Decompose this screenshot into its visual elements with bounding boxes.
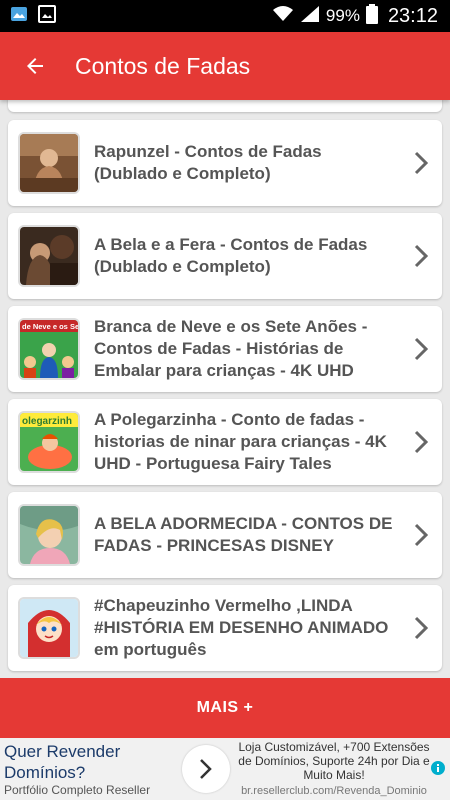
chevron-right-icon xyxy=(200,759,212,779)
video-thumbnail xyxy=(18,132,80,194)
video-thumbnail xyxy=(18,504,80,566)
video-item-chapeuzinho[interactable]: #Chapeuzinho Vermelho ,LINDA #HISTÓRIA E… xyxy=(8,585,442,671)
thumbnail-caption: de Neve e os Sete xyxy=(22,322,78,331)
video-title: A Polegarzinha - Conto de fadas - histor… xyxy=(94,410,387,473)
back-button[interactable] xyxy=(0,32,70,100)
video-title: #Chapeuzinho Vermelho ,LINDA #HISTÓRIA E… xyxy=(94,596,389,659)
arrow-left-icon xyxy=(27,58,43,74)
list-item-partial[interactable] xyxy=(8,100,442,112)
chevron-right-icon xyxy=(406,430,436,454)
chevron-right-icon xyxy=(406,616,436,640)
ad-banner[interactable]: Quer Revender Domínios? Portfólio Comple… xyxy=(0,738,450,800)
chevron-right-icon xyxy=(406,523,436,547)
video-title: Branca de Neve e os Sete Anões - Contos … xyxy=(94,317,368,380)
video-thumbnail xyxy=(18,597,80,659)
more-button[interactable]: MAIS + xyxy=(0,678,450,738)
ad-open-button[interactable] xyxy=(182,745,230,793)
signal-icon xyxy=(300,5,320,28)
video-title: Rapunzel - Contos de Fadas (Dublado e Co… xyxy=(94,142,322,183)
ad-headline[interactable]: Quer Revender Domínios? xyxy=(4,741,176,783)
thumbnail-caption: olegarzinh xyxy=(22,416,72,427)
app-bar: Contos de Fadas xyxy=(0,32,450,100)
video-list[interactable]: Rapunzel - Contos de Fadas (Dublado e Co… xyxy=(0,100,450,678)
photo-app-icon xyxy=(10,5,28,28)
video-item-rapunzel[interactable]: Rapunzel - Contos de Fadas (Dublado e Co… xyxy=(8,120,442,206)
video-thumbnail: de Neve e os Sete xyxy=(18,318,80,380)
video-thumbnail: olegarzinh xyxy=(18,411,80,473)
wifi-icon xyxy=(272,5,294,28)
chevron-right-icon xyxy=(406,337,436,361)
gallery-icon xyxy=(38,4,56,28)
video-item-bela-fera[interactable]: A Bela e a Fera - Contos de Fadas (Dubla… xyxy=(8,213,442,299)
battery-icon xyxy=(365,3,378,29)
chevron-right-icon xyxy=(406,244,436,268)
chevron-right-icon xyxy=(406,151,436,175)
video-title: A Bela e a Fera - Contos de Fadas (Dubla… xyxy=(94,235,368,276)
ad-description: Loja Customizável, +700 Extensões de Dom… xyxy=(238,740,430,782)
video-item-bela-adormecida[interactable]: A BELA ADORMECIDA - CONTOS DE FADAS - PR… xyxy=(8,492,442,578)
video-item-branca-de-neve[interactable]: de Neve e os Sete Branca de Neve e os Se… xyxy=(8,306,442,392)
ad-url[interactable]: br.resellerclub.com/Revenda_Dominio xyxy=(236,784,432,798)
video-title: A BELA ADORMECIDA - CONTOS DE FADAS - PR… xyxy=(94,514,393,555)
video-item-polegarzinha[interactable]: olegarzinh A Polegarzinha - Conto de fad… xyxy=(8,399,442,485)
clock: 23:12 xyxy=(387,4,438,27)
video-thumbnail xyxy=(18,225,80,287)
ad-info-icon[interactable] xyxy=(430,760,446,781)
ad-subline: Portfólio Completo Reseller xyxy=(4,782,151,797)
battery-percent: 99% xyxy=(325,6,360,25)
status-bar: 99% 23:12 xyxy=(0,0,450,32)
page-title: Contos de Fadas xyxy=(75,52,251,79)
ad-right-column: Loja Customizável, +700 Extensões de Dom… xyxy=(236,740,450,798)
ad-left-column: Quer Revender Domínios? Portfólio Comple… xyxy=(0,741,176,798)
